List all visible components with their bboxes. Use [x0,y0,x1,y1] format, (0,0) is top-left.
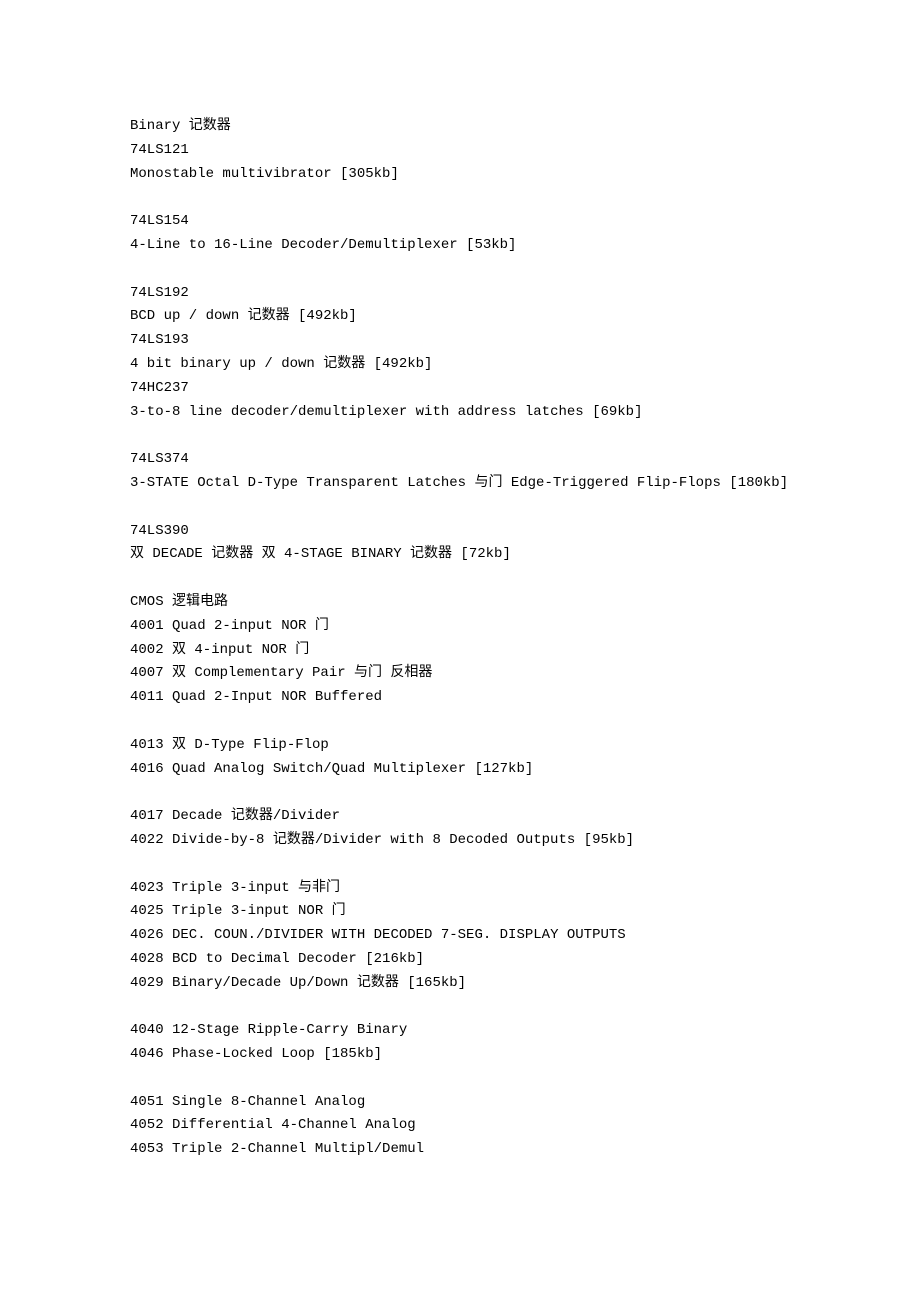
text-line: 4-Line to 16-Line Decoder/Demultiplexer … [130,234,790,258]
text-line: 4023 Triple 3-input 与非门 [130,877,790,901]
text-line: 4002 双 4-input NOR 门 [130,639,790,663]
text-line: 双 DECADE 记数器 双 4-STAGE BINARY 记数器 [72kb] [130,543,790,567]
text-line: Monostable multivibrator [305kb] [130,163,790,187]
text-line: 4025 Triple 3-input NOR 门 [130,900,790,924]
text-line: 4046 Phase-Locked Loop [185kb] [130,1043,790,1067]
text-line: 74LS374 [130,448,790,472]
text-line [130,258,790,282]
text-line: 74HC237 [130,377,790,401]
text-line: 3-to-8 line decoder/demultiplexer with a… [130,401,790,425]
text-line: 4026 DEC. COUN./DIVIDER WITH DECODED 7-S… [130,924,790,948]
text-line: BCD up / down 记数器 [492kb] [130,305,790,329]
text-line: 4017 Decade 记数器/Divider [130,805,790,829]
text-line: 4007 双 Complementary Pair 与门 反相器 [130,662,790,686]
text-line: 4022 Divide-by-8 记数器/Divider with 8 Deco… [130,829,790,853]
text-line: 3-STATE Octal D-Type Transparent Latches… [130,472,790,496]
text-line: 4052 Differential 4-Channel Analog [130,1114,790,1138]
text-line: 4013 双 D-Type Flip-Flop [130,734,790,758]
text-line: 4 bit binary up / down 记数器 [492kb] [130,353,790,377]
document-content: Binary 记数器74LS121Monostable multivibrato… [130,115,790,1162]
text-line: 4016 Quad Analog Switch/Quad Multiplexer… [130,758,790,782]
text-line: 74LS193 [130,329,790,353]
text-line: CMOS 逻辑电路 [130,591,790,615]
text-line: 74LS154 [130,210,790,234]
text-line [130,710,790,734]
text-line: Binary 记数器 [130,115,790,139]
text-line: 4051 Single 8-Channel Analog [130,1091,790,1115]
text-line: 74LS192 [130,282,790,306]
text-line: 4053 Triple 2-Channel Multipl/Demul [130,1138,790,1162]
text-line: 4011 Quad 2-Input NOR Buffered [130,686,790,710]
text-line [130,567,790,591]
text-line [130,853,790,877]
text-line [130,424,790,448]
text-line: 4028 BCD to Decimal Decoder [216kb] [130,948,790,972]
text-line [130,995,790,1019]
text-line [130,781,790,805]
text-line: 4029 Binary/Decade Up/Down 记数器 [165kb] [130,972,790,996]
text-line [130,1067,790,1091]
text-line: 74LS390 [130,520,790,544]
text-line: 4040 12-Stage Ripple-Carry Binary [130,1019,790,1043]
text-line: 74LS121 [130,139,790,163]
text-line [130,186,790,210]
text-line [130,496,790,520]
text-line: 4001 Quad 2-input NOR 门 [130,615,790,639]
document-page: Binary 记数器74LS121Monostable multivibrato… [0,0,920,1302]
